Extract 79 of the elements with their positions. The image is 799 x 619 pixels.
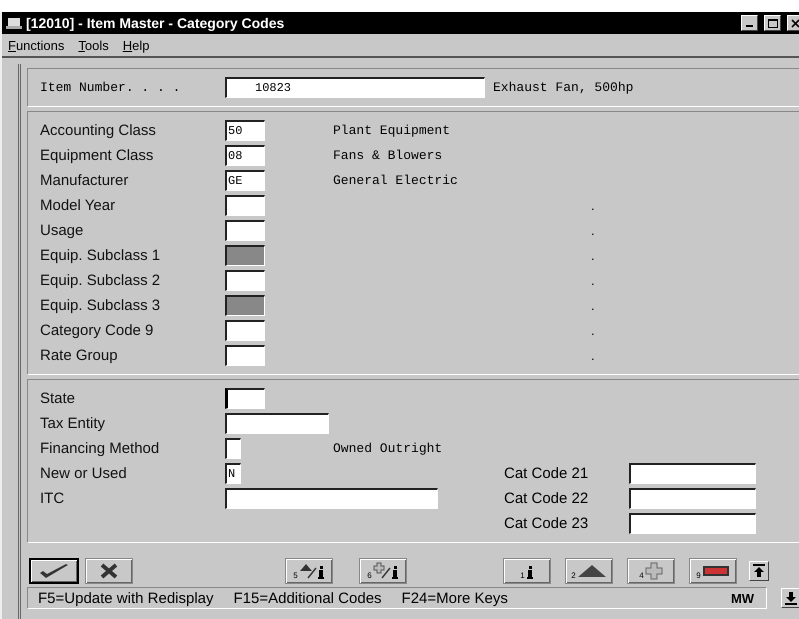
plus-icon — [644, 562, 663, 580]
input-field[interactable] — [225, 388, 265, 409]
input-field[interactable]: GE — [225, 170, 265, 191]
maximize-icon — [768, 18, 778, 28]
input-field[interactable] — [225, 413, 329, 434]
dot-marker: . — [591, 198, 595, 213]
input-field[interactable] — [629, 463, 756, 484]
user-initials: MW — [730, 590, 754, 606]
field-label: Cat Code 23 — [504, 515, 590, 532]
field-label: Model Year — [40, 197, 116, 214]
triangle-icon — [576, 564, 607, 578]
toolbar-button[interactable]: 1 — [503, 558, 551, 584]
input-field[interactable] — [629, 488, 756, 509]
item-number-field[interactable]: 10823 — [225, 77, 485, 98]
checkmark-icon — [38, 563, 70, 579]
field-label: Equip. Subclass 1 — [40, 247, 162, 264]
field-label: Accounting Class — [40, 122, 157, 139]
function-key-hint: F15=Additional Codes — [234, 590, 382, 606]
app-icon — [6, 16, 22, 30]
scroll-up-button[interactable] — [749, 561, 769, 581]
field-label: ITC — [40, 490, 66, 507]
arrow-info-icon — [298, 562, 325, 580]
scroll-down-button[interactable] — [781, 588, 799, 608]
maximize-button[interactable] — [764, 15, 781, 31]
field-label: Tax Entity — [40, 415, 106, 432]
menu-item[interactable]: Functions — [8, 38, 64, 52]
bar-icon — [702, 565, 730, 577]
input-field[interactable] — [225, 320, 265, 341]
input-field[interactable] — [225, 220, 265, 241]
field-label: Equip. Subclass 2 — [40, 272, 162, 289]
dot-marker: . — [591, 273, 595, 288]
field-label: Item Number. . . . — [40, 80, 182, 95]
field-label: State — [40, 390, 76, 407]
field-label: Equip. Subclass 3 — [40, 297, 162, 314]
dot-marker: . — [591, 348, 595, 363]
field-label: Cat Code 22 — [504, 490, 590, 507]
code-description: Fans & Blowers — [333, 148, 442, 163]
field-label: Rate Group — [40, 347, 119, 364]
input-field[interactable] — [629, 513, 756, 534]
input-field[interactable]: 08 — [225, 145, 265, 166]
window-title: [12010] - Item Master - Category Codes — [26, 15, 286, 31]
input-field[interactable] — [225, 438, 241, 459]
toolbar-button[interactable]: 4 — [627, 558, 675, 584]
input-field[interactable] — [225, 345, 265, 366]
field-label: Category Code 9 — [40, 322, 154, 339]
field-label: Cat Code 21 — [504, 465, 590, 482]
field-label: New or Used — [40, 465, 128, 482]
dot-marker: . — [591, 248, 595, 263]
menu-item[interactable]: Tools — [78, 38, 109, 52]
field-label: Manufacturer — [40, 172, 130, 189]
close-button[interactable] — [787, 15, 799, 31]
toolbar-button[interactable]: 9 — [689, 558, 737, 584]
ok-button[interactable] — [29, 558, 79, 584]
input-field[interactable] — [225, 488, 438, 509]
input-field[interactable]: 50 — [225, 120, 265, 141]
input-field[interactable] — [225, 270, 265, 291]
field-label: Equipment Class — [40, 147, 154, 164]
input-field[interactable] — [225, 195, 265, 216]
field-label: Financing Method — [40, 440, 160, 457]
menu-item[interactable]: Help — [122, 38, 150, 52]
cancel-button[interactable] — [85, 558, 133, 584]
toolbar-button[interactable]: 5 — [285, 558, 333, 584]
field-label: Usage — [40, 222, 84, 239]
input-field[interactable]: N — [225, 463, 241, 484]
item-description: Exhaust Fan, 500hp — [493, 80, 634, 95]
dot-marker: . — [591, 298, 595, 313]
code-description: General Electric — [333, 173, 458, 188]
toolbar-button[interactable]: 2 — [565, 558, 613, 584]
function-key-hint: F24=More Keys — [402, 590, 508, 606]
close-icon — [99, 563, 119, 579]
code-description: Owned Outright — [333, 441, 442, 456]
dot-marker: . — [591, 223, 595, 238]
dot-marker: . — [591, 323, 595, 338]
minimize-button[interactable] — [741, 15, 758, 31]
code-description: Plant Equipment — [333, 123, 450, 138]
function-key-hint: F5=Update with Redisplay — [38, 590, 214, 606]
close-icon — [791, 18, 799, 28]
plus-info-icon — [372, 562, 399, 580]
toolbar-button[interactable]: 6 — [359, 558, 407, 584]
